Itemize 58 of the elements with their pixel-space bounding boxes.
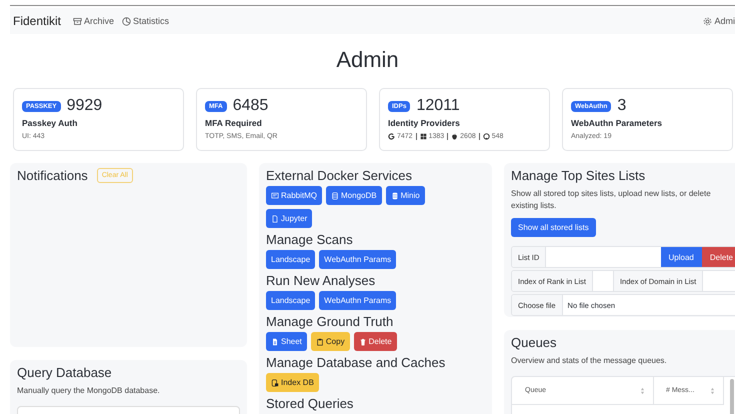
section-heading: Stored Queries	[266, 396, 354, 411]
admin-menu-link[interactable]: Admi	[703, 16, 735, 26]
sort-icon[interactable]	[640, 386, 645, 394]
database-icon	[331, 192, 340, 200]
action-button[interactable]: Landscape	[266, 250, 316, 269]
database-lock-icon	[271, 378, 279, 386]
nav-link[interactable]: Statistics	[122, 16, 170, 26]
sort-icon[interactable]	[710, 386, 715, 394]
panel-description: Show all stored top sites lists, upload new lists, or delete existing lists.	[511, 188, 712, 212]
google-g-icon	[388, 133, 395, 140]
brand-name[interactable]: Fidentikit	[13, 14, 62, 28]
trash-icon	[358, 338, 367, 346]
stat-label: WebAuthn Parameters	[571, 118, 664, 128]
apple-icon	[451, 133, 458, 140]
document-icon	[271, 214, 279, 222]
show-lists-button[interactable]: Show all stored lists	[511, 218, 596, 237]
action-button[interactable]: Jupyter	[266, 209, 312, 228]
action-button[interactable]: MongoDB	[326, 186, 382, 205]
action-button[interactable]: Delete	[354, 332, 397, 351]
action-button[interactable]: RabbitMQ	[266, 186, 322, 205]
spreadsheet-icon	[271, 338, 279, 346]
panel-description: Overview and stats of the message queues.	[511, 355, 668, 367]
page-title: Admin	[335, 46, 400, 74]
upload-button[interactable]: Upload	[660, 247, 702, 267]
action-button[interactable]: Index DB	[266, 373, 319, 392]
stat-label: MFA Required	[205, 118, 263, 128]
stat-label: Identity Providers	[388, 118, 461, 128]
section-heading: Run New Analyses	[266, 273, 376, 288]
clipboard-icon	[316, 338, 324, 346]
scrollbar[interactable]	[730, 379, 734, 414]
action-button[interactable]: Minio	[386, 186, 425, 205]
section-heading: Manage Database and Caches	[266, 355, 446, 370]
action-button[interactable]: Sheet	[266, 332, 307, 351]
stat-label: Passkey Auth	[22, 118, 78, 128]
stat-value: 12011	[416, 97, 460, 115]
delete-button[interactable]: Delete	[702, 247, 735, 267]
nav-link[interactable]: Archive	[73, 16, 114, 26]
stat-value: 3	[617, 97, 626, 115]
panel-title: Manage Top Sites Lists	[511, 168, 646, 183]
archive-icon	[73, 16, 82, 26]
pie-chart-icon	[122, 16, 132, 26]
section-heading: Manage Ground Truth	[266, 314, 394, 329]
database-icon	[390, 192, 399, 200]
action-button[interactable]: WebAuthn Params	[319, 250, 396, 269]
windows-icon	[420, 133, 427, 140]
panel-description: Manually query the MongoDB database.	[17, 385, 161, 397]
stat-value: 6485	[232, 97, 268, 115]
action-button[interactable]: Landscape	[266, 291, 316, 310]
stat-value: 9929	[66, 97, 102, 115]
section-heading: External Docker Services	[266, 168, 413, 183]
panel-title: Query Database	[17, 365, 113, 380]
panel-title: Queues	[511, 335, 558, 350]
action-button[interactable]: WebAuthn Params	[319, 291, 396, 310]
chat-icon	[271, 192, 279, 200]
section-heading: Manage Scans	[266, 232, 354, 247]
action-button[interactable]: Copy	[310, 332, 350, 351]
settings-icon	[703, 16, 712, 26]
panel-title: Notifications	[17, 168, 88, 183]
